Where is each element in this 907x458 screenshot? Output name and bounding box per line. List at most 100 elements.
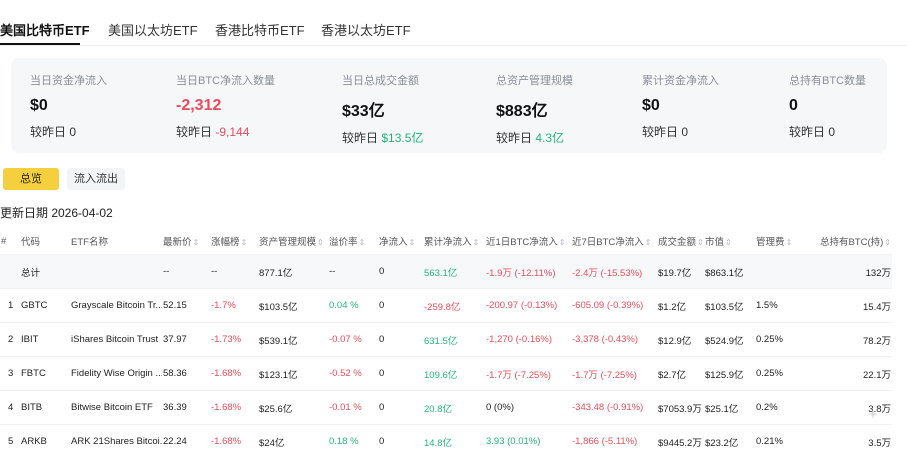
cell-premium: -0.07 % (328, 323, 378, 357)
col-cumulative-inflow-header[interactable]: 累计净流入⇕ (423, 228, 485, 255)
stat-compare: 较昨日 $13.5亿 (342, 129, 423, 146)
cell-7d-btc-inflow: -2.4万 (-15.53%) (571, 255, 657, 289)
cell-net-inflow: 0 (378, 323, 423, 357)
sort-icon[interactable]: ⇕ (725, 238, 732, 247)
col-btc-holdings-header[interactable]: 总持有BTC(持)⇕ (815, 228, 892, 255)
col-code-header: 代码 (20, 228, 70, 255)
tab-us-bitcoin-etf[interactable]: 美国比特币ETF (0, 20, 90, 39)
cell-premium: -0.52 % (328, 357, 378, 391)
cell-code: GBTC (20, 289, 70, 323)
stat-compare-label: 较昨日 (789, 125, 828, 139)
tab-hk-bitcoin-etf[interactable]: 香港比特币ETF (215, 20, 305, 39)
cell-aum: $24亿 (258, 425, 328, 458)
stat-value: $883亿 (496, 97, 573, 121)
table-row[interactable]: 1GBTCGrayscale Bitcoin Tr...52.15-1.7%$1… (0, 289, 892, 323)
cell-fee: 0.25% (755, 323, 815, 357)
cell-7d-btc-inflow: -605.09 (-0.39%) (571, 289, 657, 323)
table-row[interactable]: 4BITBBitwise Bitcoin ETF36.39-1.68%$25.6… (0, 391, 892, 425)
header-label: 累计净流入 (424, 237, 472, 248)
cell-last-price: 36.39 (162, 391, 210, 425)
sort-icon[interactable]: ⇕ (359, 238, 366, 247)
cell-change: -- (210, 255, 258, 289)
cell-market-cap: $25.1亿 (704, 391, 755, 425)
overview-button[interactable]: 总览 (3, 168, 59, 190)
table-row[interactable]: 3FBTCFidelity Wise Origin ...58.36-1.68%… (0, 357, 892, 391)
header-label: 总持有BTC(持) (820, 237, 883, 248)
stat-total-btc-holdings: 总持有BTC数量 0 较昨日 0 (789, 72, 866, 140)
col-fee-header[interactable]: 管理费⇕ (755, 228, 815, 255)
cell-premium: -0.01 % (328, 391, 378, 425)
cell-code: IBIT (20, 323, 70, 357)
cell-market-cap: $125.9亿 (704, 357, 755, 391)
sort-icon[interactable]: ⇕ (786, 238, 793, 247)
col-market-cap-header[interactable]: 市值⇕ (704, 228, 755, 255)
table-body: 总计----877.1亿--0563.1亿-1.9万 (-12.11%)-2.4… (0, 255, 892, 458)
cell-volume: $1.2亿 (657, 289, 704, 323)
cell-net-inflow: 0 (378, 289, 423, 323)
cell-fee: 1.5% (755, 289, 815, 323)
cell-last-price: -- (162, 255, 210, 289)
cell-premium: -- (328, 255, 378, 289)
stat-compare: 较昨日 -9,144 (176, 123, 275, 140)
stat-compare-value: 4.3亿 (535, 131, 564, 145)
cell-etf-name: Fidelity Wise Origin ... (70, 357, 162, 391)
col-7d-btc-inflow-header[interactable]: 近7日BTC净流入⇕ (571, 228, 657, 255)
cell-btc-holdings: 132万 (815, 255, 892, 289)
col-change-header[interactable]: 涨幅榜⇕ (210, 228, 258, 255)
cell-cumulative-inflow: 631.5亿 (423, 323, 485, 357)
cell-etf-name (70, 255, 162, 289)
cell-btc-holdings: 22.1万 (815, 357, 892, 391)
sort-icon[interactable]: ⇕ (317, 238, 324, 247)
cell-1d-btc-inflow: -1,270 (-0.16%) (485, 323, 571, 357)
cell-change: -1.68% (210, 425, 258, 458)
header-label: 管理费 (756, 237, 785, 248)
cell-1d-btc-inflow: -1.7万 (-7.25%) (485, 357, 571, 391)
tab-hk-ethereum-etf[interactable]: 香港以太坊ETF (321, 20, 411, 39)
col-last-price-header[interactable]: 最新价⇕ (162, 228, 210, 255)
cell-aum: $25.6亿 (258, 391, 328, 425)
col-1d-btc-inflow-header[interactable]: 近1日BTC净流入⇕ (485, 228, 571, 255)
cell-btc-holdings: 3.5万 (815, 425, 892, 458)
col-net-inflow-header[interactable]: 净流入⇕ (378, 228, 423, 255)
col-etf-name-header: ETF名称 (70, 228, 162, 255)
stat-compare-label: 较昨日 (496, 131, 535, 145)
sort-icon[interactable]: ⇕ (559, 238, 566, 247)
header-label: 市值 (705, 237, 724, 248)
cell-code: BITB (20, 391, 70, 425)
cell-code: FBTC (20, 357, 70, 391)
header-label: 最新价 (163, 237, 192, 248)
header-label: 近1日BTC净流入 (486, 237, 558, 248)
cell-etf-name: Bitwise Bitcoin ETF (70, 391, 162, 425)
header-label: 近7日BTC净流入 (572, 237, 644, 248)
col-volume-header[interactable]: 成交金额⇕ (657, 228, 704, 255)
etf-table: #代码ETF名称最新价⇕涨幅榜⇕资产管理规模⇕溢价率⇕净流入⇕累计净流入⇕近1日… (0, 228, 892, 458)
stat-label: 当日BTC净流入数量 (176, 72, 275, 88)
header-label: 净流入 (379, 237, 408, 248)
sort-icon[interactable]: ⇕ (697, 238, 704, 247)
sort-icon[interactable]: ⇕ (473, 238, 480, 247)
stat-daily-volume: 当日总成交金额 $33亿 较昨日 $13.5亿 (342, 72, 423, 146)
stat-compare: 较昨日 0 (642, 123, 719, 140)
stat-label: 总持有BTC数量 (789, 72, 866, 88)
cell-aum: $539.1亿 (258, 323, 328, 357)
table-row[interactable]: 2IBITiShares Bitcoin Trust37.97-1.73%$53… (0, 323, 892, 357)
col-premium-header[interactable]: 溢价率⇕ (328, 228, 378, 255)
cell-etf-name: Grayscale Bitcoin Tr... (70, 289, 162, 323)
total-row[interactable]: 总计----877.1亿--0563.1亿-1.9万 (-12.11%)-2.4… (0, 255, 892, 289)
cell-last-price: 58.36 (162, 357, 210, 391)
sort-icon[interactable]: ⇕ (884, 238, 891, 247)
cell-volume: $12.9亿 (657, 323, 704, 357)
table-row[interactable]: 5ARKBARK 21Shares Bitcoi...22.24-1.68%$2… (0, 425, 892, 458)
sort-icon[interactable]: ⇕ (409, 238, 416, 247)
sort-icon[interactable]: ⇕ (241, 238, 248, 247)
col-aum-header[interactable]: 资产管理规模⇕ (258, 228, 328, 255)
flows-button[interactable]: 流入流出 (67, 168, 125, 190)
sort-icon[interactable]: ⇕ (645, 238, 652, 247)
sort-icon[interactable]: ⇕ (193, 238, 200, 247)
stat-compare-label: 较昨日 (30, 125, 69, 139)
tab-divider (0, 45, 907, 46)
cell-fee: 0.21% (755, 425, 815, 458)
cell-cumulative-inflow: 109.6亿 (423, 357, 485, 391)
tab-us-ethereum-etf[interactable]: 美国以太坊ETF (108, 20, 198, 39)
header-label: 资产管理规模 (259, 237, 316, 248)
